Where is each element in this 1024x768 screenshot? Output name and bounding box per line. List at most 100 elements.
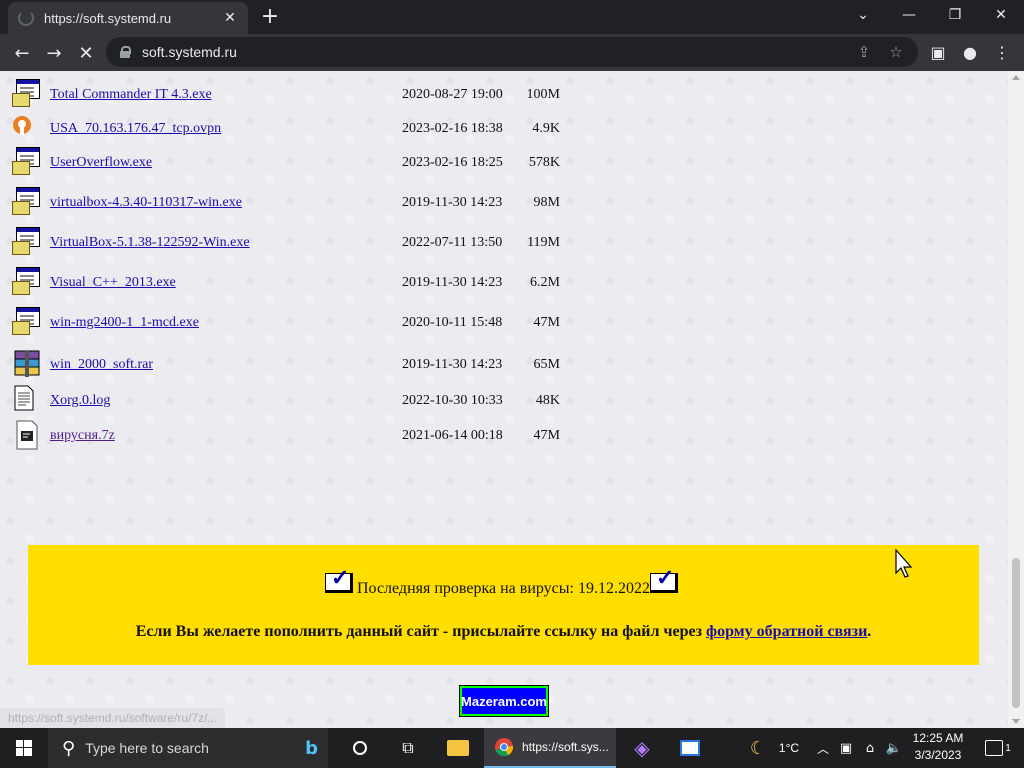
chrome-task-label: https://soft.sys...	[522, 740, 609, 754]
scroll-up-arrow-icon[interactable]	[1012, 75, 1020, 80]
7z-archive-icon[interactable]	[12, 420, 44, 452]
mazeram-badge-link[interactable]: Mazeram.com	[459, 685, 549, 717]
volume-icon[interactable]: 🔈	[884, 728, 904, 768]
file-row: win_2000_soft.rar 2019-11-30 14:23 65M	[0, 349, 600, 379]
file-size: 48K	[535, 393, 560, 408]
file-row: вирусня.7z 2021-06-14 00:18 47M	[0, 420, 600, 450]
file-date: 2023-02-16 18:25	[402, 155, 503, 170]
profile-icon[interactable]: ●	[956, 38, 984, 66]
scrollbar-thumb[interactable]	[1012, 558, 1020, 708]
file-size: 119M	[527, 235, 560, 250]
file-link[interactable]: virtualbox-4.3.40-110317-win.exe	[50, 195, 242, 211]
search-placeholder[interactable]: Type here to search	[85, 740, 305, 756]
virus-check-text: Последняя проверка на вирусы: 19.12.2022	[357, 580, 650, 597]
bookmark-star-icon[interactable]: ☆	[886, 42, 906, 62]
file-row: virtualbox-4.3.40-110317-win.exe 2019-11-…	[0, 187, 600, 217]
file-date: 2020-08-27 19:00	[402, 87, 503, 102]
file-row: UserOverflow.exe 2023-02-16 18:25 578K	[0, 147, 600, 177]
clock-date: 3/3/2023	[914, 748, 962, 762]
side-panel-icon[interactable]: ▣	[924, 38, 952, 66]
archive-icon[interactable]	[12, 349, 44, 381]
tab-strip: https://soft.systemd.ru ✕ + ⌄ — ❐ ✕	[0, 0, 1024, 34]
exe-icon[interactable]	[12, 147, 44, 179]
file-size: 100M	[526, 87, 560, 102]
restore-button[interactable]: ❐	[932, 0, 978, 30]
file-size: 47M	[533, 315, 560, 330]
share-icon[interactable]: ⇪	[854, 42, 874, 62]
submit-line: Если Вы желаете пополнить данный сайт - …	[28, 623, 979, 641]
file-explorer-icon[interactable]	[436, 728, 480, 768]
file-link[interactable]: вирусня.7z	[50, 428, 115, 444]
file-date: 2019-11-30 14:23	[402, 195, 503, 210]
stop-loading-button[interactable]: ✕	[72, 39, 100, 67]
browser-tab[interactable]: https://soft.systemd.ru ✕	[8, 2, 248, 34]
file-size: 578K	[528, 155, 560, 170]
file-date: 2022-10-30 10:33	[402, 393, 503, 408]
text-file-icon[interactable]	[12, 385, 44, 417]
url-text[interactable]: soft.systemd.ru	[142, 44, 854, 60]
file-link[interactable]: win-mg2400-1_1-mcd.exe	[50, 315, 199, 331]
file-size: 47M	[533, 428, 560, 443]
close-window-button[interactable]: ✕	[978, 0, 1024, 30]
task-view-icon[interactable]: ⧉	[388, 728, 428, 768]
windows-taskbar: ⚲ Type here to search b ⧉ https://soft.s…	[0, 728, 1024, 768]
openvpn-icon[interactable]	[12, 113, 44, 145]
minimize-button[interactable]: —	[886, 0, 932, 30]
exe-icon[interactable]	[12, 267, 44, 299]
file-row: Visual_C++_2013.exe 2019-11-30 14:23 6.2M	[0, 267, 600, 297]
file-row: Total Commander IT 4.3.exe 2020-08-27 19:…	[0, 79, 600, 109]
file-link[interactable]: VirtualBox-5.1.38-122592-Win.exe	[50, 235, 250, 251]
file-date: 2020-10-11 15:48	[402, 315, 503, 330]
new-tab-button[interactable]: +	[258, 5, 282, 29]
file-date: 2019-11-30 14:23	[402, 275, 503, 290]
close-tab-icon[interactable]: ✕	[222, 10, 238, 26]
address-bar[interactable]: soft.systemd.ru ⇪ ☆	[106, 37, 918, 67]
news-app-icon[interactable]	[668, 728, 712, 768]
show-hidden-icons-icon[interactable]: ︿	[814, 728, 832, 768]
network-status-icon[interactable]: ▣	[836, 728, 856, 768]
file-size: 65M	[533, 357, 560, 372]
weather-moon-icon[interactable]: ☾	[744, 728, 772, 768]
exe-icon[interactable]	[12, 227, 44, 259]
system-clock[interactable]: 12:25 AM 3/3/2023	[906, 730, 970, 764]
tab-search-icon[interactable]: ⌄	[840, 0, 886, 30]
file-size: 6.2M	[530, 275, 560, 290]
notification-center-icon[interactable]: 1	[980, 728, 1016, 768]
page-content: Total Commander IT 4.3.exe 2020-08-27 19:…	[0, 71, 1008, 728]
exe-icon[interactable]	[12, 79, 44, 111]
file-link[interactable]: USA_70.163.176.47_tcp.ovpn	[50, 121, 221, 137]
cortana-icon[interactable]	[340, 728, 380, 768]
chrome-icon	[495, 738, 514, 757]
checkmark-icon: ✓	[325, 567, 357, 595]
temperature-text[interactable]: 1°C	[774, 728, 804, 768]
chrome-taskbar-button[interactable]: https://soft.sys...	[484, 728, 616, 768]
virus-check-line: ✓ Последняя проверка на вирусы: 19.12.202…	[28, 567, 979, 598]
taskbar-search-box[interactable]: ⚲ Type here to search b	[48, 728, 328, 768]
exe-icon[interactable]	[12, 307, 44, 339]
file-link[interactable]: UserOverflow.exe	[50, 155, 152, 171]
file-row: USA_70.163.176.47_tcp.ovpn 2023-02-16 18:…	[0, 113, 600, 143]
start-button[interactable]	[0, 728, 48, 768]
file-link[interactable]: Total Commander IT 4.3.exe	[50, 87, 212, 103]
file-link[interactable]: Xorg.0.log	[50, 393, 110, 409]
notification-count: 1	[1005, 742, 1011, 754]
menu-icon[interactable]: ⋮	[988, 38, 1016, 66]
checkmark-icon: ✓	[649, 567, 682, 595]
file-link[interactable]: Visual_C++_2013.exe	[50, 275, 176, 291]
file-link[interactable]: win_2000_soft.rar	[50, 357, 153, 373]
back-button[interactable]: ←	[8, 39, 36, 67]
bing-icon[interactable]: b	[305, 738, 318, 759]
visual-studio-icon[interactable]: ◈	[620, 728, 664, 768]
forward-button[interactable]: →	[40, 39, 68, 67]
exe-icon[interactable]	[12, 187, 44, 219]
lock-icon[interactable]	[120, 46, 131, 58]
scroll-down-arrow-icon[interactable]	[1012, 719, 1020, 724]
file-date: 2021-06-14 00:18	[402, 428, 503, 443]
file-row: win-mg2400-1_1-mcd.exe 2020-10-11 15:48 47…	[0, 307, 600, 337]
notice-box: ✓ Последняя проверка на вирусы: 19.12.202…	[28, 545, 979, 665]
feedback-form-link[interactable]: форму обратной связи	[706, 623, 867, 640]
file-date: 2023-02-16 18:38	[402, 121, 503, 136]
wifi-icon[interactable]: ⌂	[860, 728, 880, 768]
windows-logo-icon	[16, 740, 32, 756]
vertical-scrollbar[interactable]	[1008, 71, 1024, 728]
